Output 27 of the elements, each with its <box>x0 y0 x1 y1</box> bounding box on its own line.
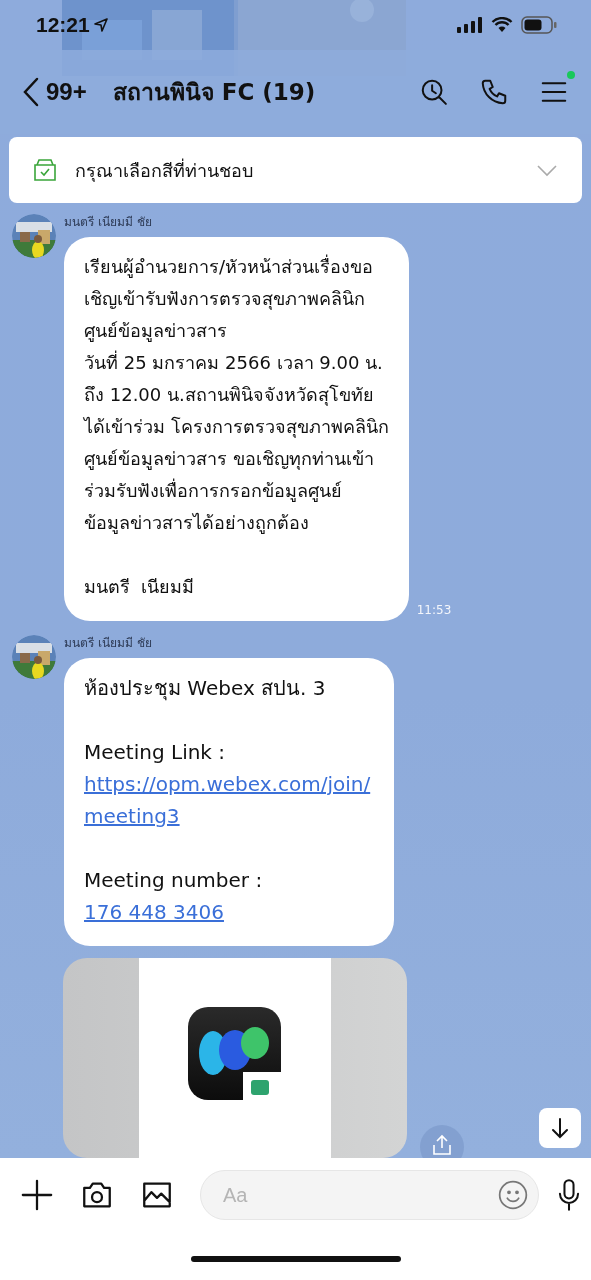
phone-icon[interactable] <box>479 77 509 107</box>
message-link[interactable]: https://opm.webex.com/join/meeting3 <box>84 768 374 832</box>
back-button[interactable]: 99+ <box>22 77 87 107</box>
status-time: 12:21 <box>36 13 108 37</box>
back-chevron-icon <box>22 77 40 107</box>
chat-title: สถานพินิจ FC (19) <box>112 78 317 107</box>
announcement-text: กรุณาเลือกสีที่ท่านชอบ <box>75 157 254 184</box>
signal-icon <box>457 17 483 33</box>
share-icon <box>430 1133 454 1157</box>
message-link[interactable]: 176 448 3406 <box>84 896 374 928</box>
battery-icon <box>521 16 557 34</box>
emoji-icon[interactable] <box>497 1179 529 1211</box>
message-bubble: เรียนผู้อำนวยการ/หัวหน้าส่วนเรื่องขอ เชิญเข้ารับฟังการตรวจสุขภาพคลินิก ศูนย์ข้อมูลข่าวสาร วันที่ 25 มกราคม 2566 เวลา 9.00 น. ถึง 12.00 น.สถานพินิจจังหวัดสุโขทัย ได้เข้าร่วม โครงการตรวจสุขภาพคลินิก ศูนย์ข้อมูลข่าวสาร ขอเชิญทุกท่านเข้า ร่วมรับฟังเพื่อการกรอกข้อมูลศูนย์ ข้อมูลข่าวสารได้อย่างถูกต้อง มนตรี เนียมมี <box>64 237 409 621</box>
message-time: 11:53 <box>416 603 452 619</box>
search-icon[interactable] <box>419 77 449 107</box>
plus-icon[interactable] <box>20 1178 54 1212</box>
sender-name: มนตรี เนียมมี ชัย <box>64 635 153 652</box>
location-icon <box>93 18 108 32</box>
message-text: ห้องประชุม Webex สปน. 3 <box>84 675 327 703</box>
announcement-banner[interactable]: กรุณาเลือกสีที่ท่านชอบ <box>9 137 582 203</box>
message-input[interactable]: Aa <box>200 1170 539 1220</box>
box-check-icon <box>33 158 57 182</box>
message-text: Meeting Link : <box>84 739 227 766</box>
message-text: Meeting number : <box>84 867 264 894</box>
scroll-down-button[interactable] <box>539 1108 581 1148</box>
sender-name: มนตรี เนียมมี ชัย <box>64 214 153 231</box>
wifi-icon <box>491 17 513 33</box>
